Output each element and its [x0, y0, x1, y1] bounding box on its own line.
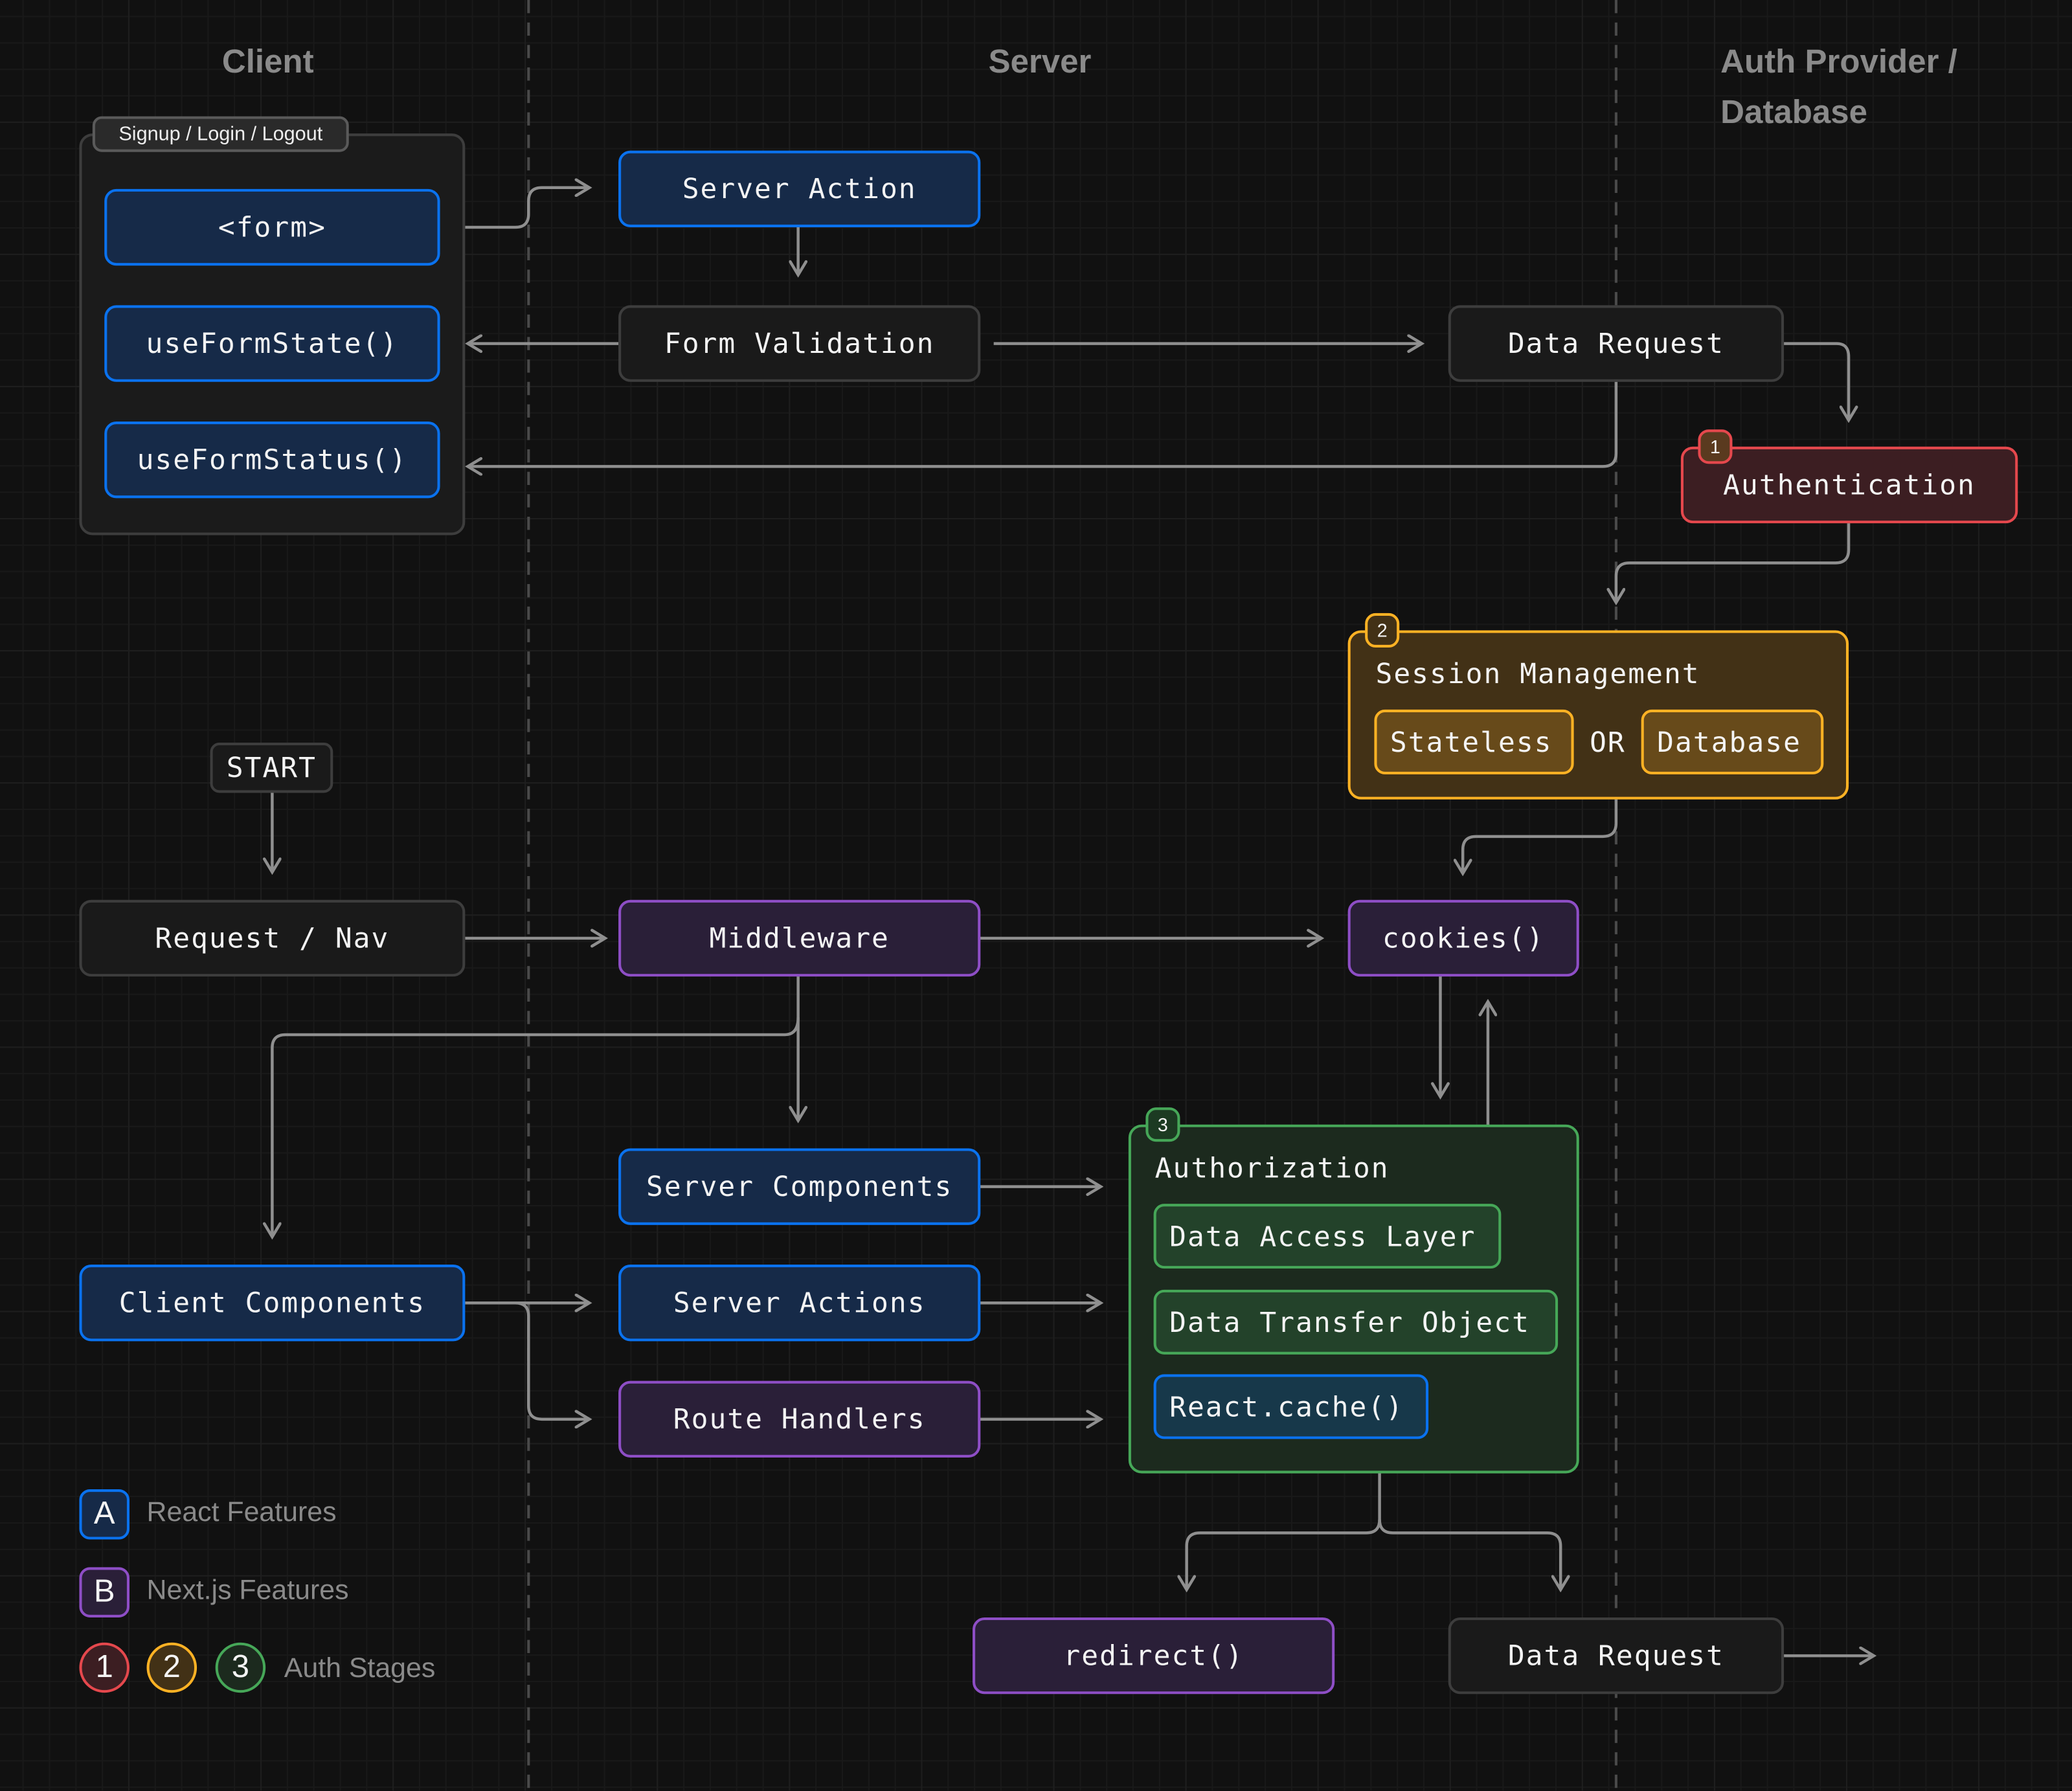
legend-chip-react: A — [79, 1489, 130, 1540]
group-tag: Signup / Login / Logout — [92, 116, 349, 152]
form-node[interactable]: <form> — [104, 188, 440, 266]
legend-label-nextjs: Next.js Features — [146, 1575, 349, 1606]
column-title-auth-provider: Auth Provider / — [1720, 43, 1957, 81]
edge-data-request-to-authentication — [1784, 342, 1849, 420]
react-cache-item[interactable]: React.cache() — [1153, 1374, 1429, 1439]
data-transfer-object-item[interactable]: Data Transfer Object — [1153, 1289, 1559, 1355]
stateless-option[interactable]: Stateless — [1374, 709, 1574, 774]
form-validation-node[interactable]: Form Validation — [618, 305, 981, 382]
edge-session-to-cookies — [1463, 799, 1618, 873]
auth-flow-diagram: Client Server Auth Provider / Database S… — [0, 0, 2072, 1791]
legend-chip-nextjs: B — [79, 1567, 130, 1617]
stage-badge-3: 3 — [1145, 1107, 1180, 1142]
column-title-server: Server — [988, 43, 1092, 81]
edge-data-request-to-useformstatus — [467, 381, 1618, 467]
session-management-title: Session Management — [1375, 658, 1700, 690]
data-access-layer-item[interactable]: Data Access Layer — [1153, 1204, 1502, 1269]
stage-badge-1: 1 — [1698, 429, 1733, 464]
use-form-status-node[interactable]: useFormStatus() — [104, 422, 440, 499]
edge-form-to-server-action — [465, 188, 589, 229]
legend-stage-2: 2 — [146, 1642, 197, 1693]
middleware-node[interactable]: Middleware — [618, 899, 981, 977]
column-title-client: Client — [221, 43, 314, 81]
legend-stage-1: 1 — [79, 1642, 130, 1693]
client-components-node[interactable]: Client Components — [79, 1265, 466, 1342]
route-handlers-node[interactable]: Route Handlers — [618, 1380, 981, 1458]
edge-client-to-route-handlers — [515, 1301, 589, 1419]
edge-authorization-to-redirect — [1187, 1473, 1381, 1590]
use-form-state-node[interactable]: useFormState() — [104, 305, 440, 382]
legend-label-auth-stages: Auth Stages — [284, 1653, 436, 1684]
edge-authorization-to-data-request — [1378, 1519, 1561, 1590]
legend-stage-3: 3 — [215, 1642, 266, 1693]
redirect-node[interactable]: redirect() — [973, 1617, 1335, 1695]
data-request-node-bottom[interactable]: Data Request — [1448, 1617, 1785, 1695]
stage-badge-2: 2 — [1365, 613, 1400, 648]
edge-authentication-to-session — [1616, 523, 1851, 602]
authorization-title: Authorization — [1154, 1152, 1390, 1184]
server-action-node[interactable]: Server Action — [618, 150, 981, 228]
database-option[interactable]: Database — [1641, 709, 1824, 774]
or-separator: OR — [1590, 727, 1626, 759]
cookies-node[interactable]: cookies() — [1347, 899, 1579, 977]
data-request-node-top[interactable]: Data Request — [1448, 305, 1785, 382]
legend-label-react: React Features — [146, 1497, 337, 1528]
start-node[interactable]: START — [210, 742, 333, 793]
column-title-database: Database — [1720, 93, 1868, 131]
authentication-node[interactable]: Authentication — [1680, 446, 2018, 524]
request-nav-node[interactable]: Request / Nav — [79, 899, 466, 977]
server-components-node[interactable]: Server Components — [618, 1148, 981, 1225]
server-actions-node[interactable]: Server Actions — [618, 1265, 981, 1342]
